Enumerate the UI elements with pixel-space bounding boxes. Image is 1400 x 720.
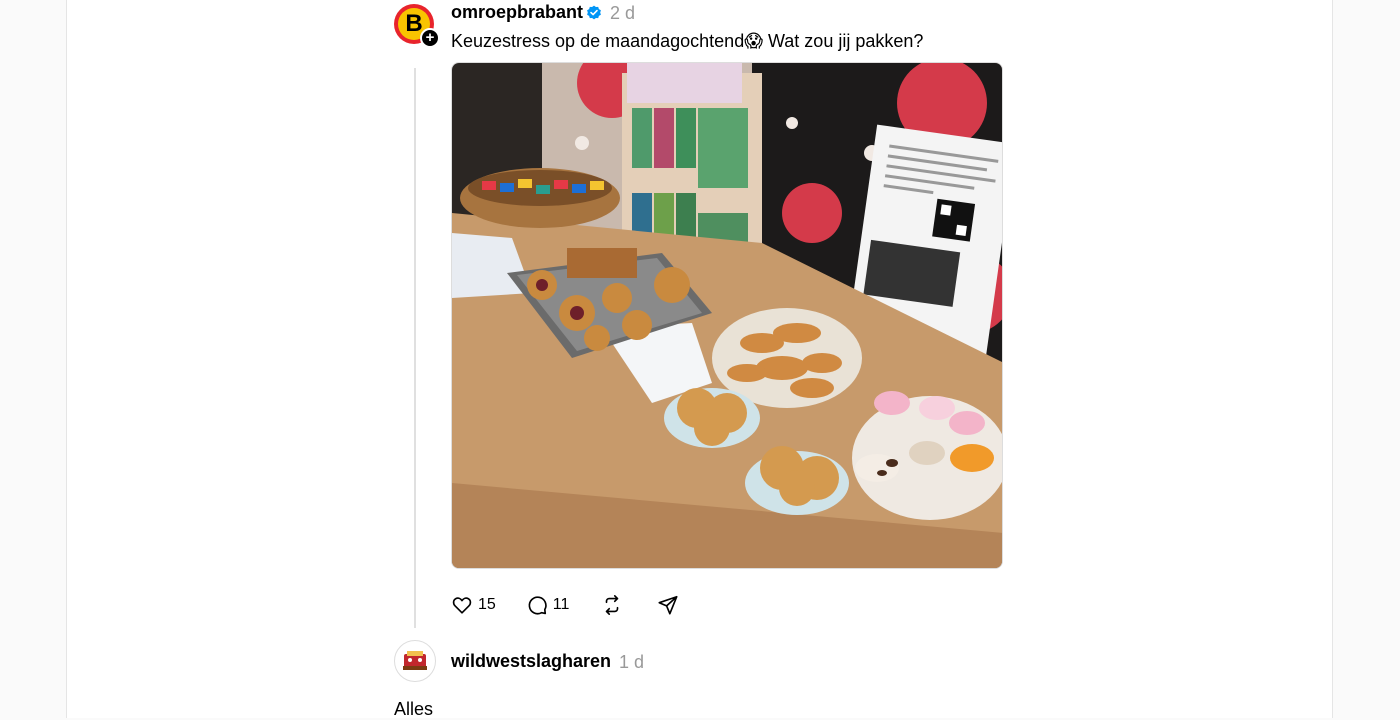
post-image[interactable] (451, 62, 1003, 569)
repost-button[interactable] (601, 594, 623, 616)
reply-time[interactable]: 1 d (619, 652, 644, 673)
post-time[interactable]: 2 d (610, 3, 635, 24)
heart-icon (452, 597, 472, 614)
like-button[interactable]: 15 (451, 594, 496, 616)
reply-avatar[interactable] (394, 640, 436, 682)
food-table-illustration (452, 63, 1002, 568)
repost-icon (606, 595, 619, 615)
verified-icon (587, 5, 601, 20)
follow-plus-icon[interactable]: + (420, 28, 440, 48)
comment-icon (528, 596, 547, 615)
reply-username[interactable]: wildwestslagharen (451, 651, 611, 672)
comment-count: 11 (552, 596, 570, 613)
share-button[interactable] (657, 594, 679, 616)
post-username[interactable]: omroepbrabant (451, 2, 583, 23)
like-count: 15 (478, 596, 496, 613)
post-text: Keuzestress op de maandagochtend😱 Wat zo… (451, 31, 924, 51)
reply-text: Alles (394, 699, 434, 719)
thread-line (414, 68, 416, 628)
avatar[interactable]: B + (394, 4, 440, 48)
post-actions: 15 11 (451, 594, 679, 616)
reply-avatar-logo (403, 651, 427, 670)
comment-button[interactable]: 11 (526, 594, 570, 616)
send-icon (658, 595, 678, 615)
